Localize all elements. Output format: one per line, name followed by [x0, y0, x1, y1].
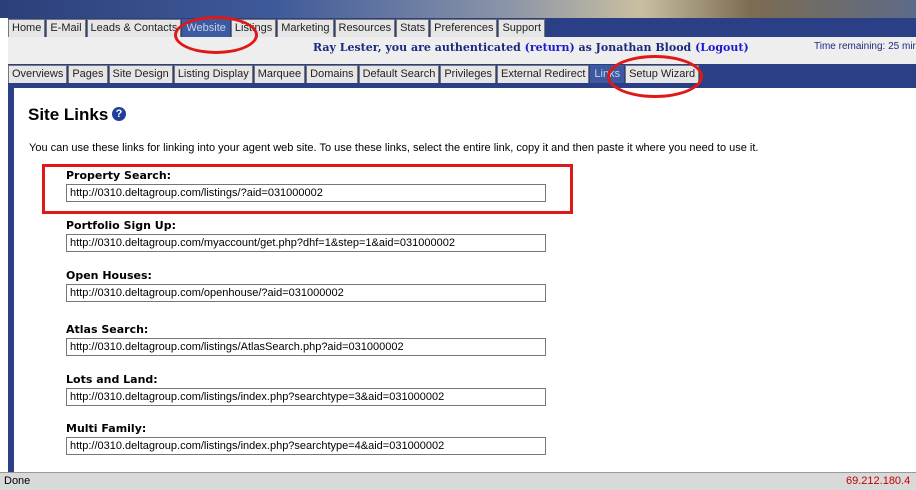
link-label: Open Houses: — [66, 269, 152, 282]
link-url-field[interactable]: http://0310.deltagroup.com/listings/?aid… — [66, 184, 546, 202]
link-label: Multi Family: — [66, 422, 147, 435]
intro-text: You can use these links for linking into… — [29, 142, 759, 154]
link-block-property-search: Property Search: http://0310.deltagroup.… — [66, 169, 546, 202]
link-url-field[interactable]: http://0310.deltagroup.com/myaccount/get… — [66, 234, 546, 252]
tab-domains[interactable]: Domains — [306, 65, 358, 83]
content-panel: Site Links ? You can use these links for… — [12, 88, 916, 472]
link-url-field[interactable]: http://0310.deltagroup.com/openhouse/?ai… — [66, 284, 546, 302]
tab-website[interactable]: Website — [182, 19, 230, 37]
link-url-field[interactable]: http://0310.deltagroup.com/listings/Atla… — [66, 338, 546, 356]
tab-marketing[interactable]: Marketing — [277, 19, 334, 37]
link-block-multi-family: Multi Family: http://0310.deltagroup.com… — [66, 422, 546, 455]
main-nav: Home E-Mail Leads & Contacts Website Lis… — [8, 18, 916, 37]
tab-listings[interactable]: Listings — [230, 19, 277, 37]
tab-marquee[interactable]: Marquee — [253, 65, 306, 83]
return-link[interactable]: (return) — [525, 41, 575, 54]
link-url-field[interactable]: http://0310.deltagroup.com/listings/inde… — [66, 437, 546, 455]
tab-listing-display[interactable]: Listing Display — [173, 65, 253, 83]
tab-site-design[interactable]: Site Design — [108, 65, 173, 83]
logout-link[interactable]: (Logout) — [695, 41, 749, 54]
tab-preferences[interactable]: Preferences — [430, 19, 498, 37]
tab-email[interactable]: E-Mail — [46, 19, 86, 37]
header-banner — [0, 0, 916, 18]
tab-home[interactable]: Home — [8, 19, 46, 37]
link-label: Property Search: — [66, 169, 172, 182]
tab-default-search[interactable]: Default Search — [358, 65, 440, 83]
auth-bar: Ray Lester, you are authenticated (retur… — [8, 37, 916, 64]
link-label: Lots and Land: — [66, 373, 158, 386]
link-block-portfolio-signup: Portfolio Sign Up: http://0310.deltagrou… — [66, 219, 546, 252]
auth-middle: as Jonathan Blood — [578, 41, 692, 54]
link-block-open-houses: Open Houses: http://0310.deltagroup.com/… — [66, 269, 546, 302]
tab-stats[interactable]: Stats — [396, 19, 430, 37]
link-label: Portfolio Sign Up: — [66, 219, 177, 232]
time-remaining: Time remaining: 25 mir — [814, 41, 916, 52]
link-block-atlas-search: Atlas Search: http://0310.deltagroup.com… — [66, 323, 546, 356]
tab-leads-contacts[interactable]: Leads & Contacts — [86, 19, 182, 37]
auth-status: Ray Lester, you are authenticated (retur… — [313, 41, 749, 54]
link-url-field[interactable]: http://0310.deltagroup.com/listings/inde… — [66, 388, 546, 406]
tab-resources[interactable]: Resources — [334, 19, 396, 37]
auth-prefix: Ray Lester, you are authenticated — [313, 41, 521, 54]
tab-links[interactable]: Links — [590, 65, 625, 83]
tab-support[interactable]: Support — [498, 19, 545, 37]
tab-pages[interactable]: Pages — [68, 65, 108, 83]
status-ip: 69.212.180.4 — [846, 475, 911, 487]
tab-external-redirect[interactable]: External Redirect — [497, 65, 590, 83]
link-block-lots-and-land: Lots and Land: http://0310.deltagroup.co… — [66, 373, 546, 406]
page-title: Site Links — [28, 105, 109, 124]
sub-nav: Overviews Pages Site Design Listing Disp… — [8, 64, 916, 83]
status-bar: Done 69.212.180.4 — [0, 472, 916, 490]
tab-privileges[interactable]: Privileges — [440, 65, 497, 83]
help-icon[interactable]: ? — [112, 107, 126, 121]
tab-overviews[interactable]: Overviews — [8, 65, 68, 83]
tab-setup-wizard[interactable]: Setup Wizard — [625, 65, 700, 83]
link-label: Atlas Search: — [66, 323, 149, 336]
status-text: Done — [4, 475, 31, 487]
